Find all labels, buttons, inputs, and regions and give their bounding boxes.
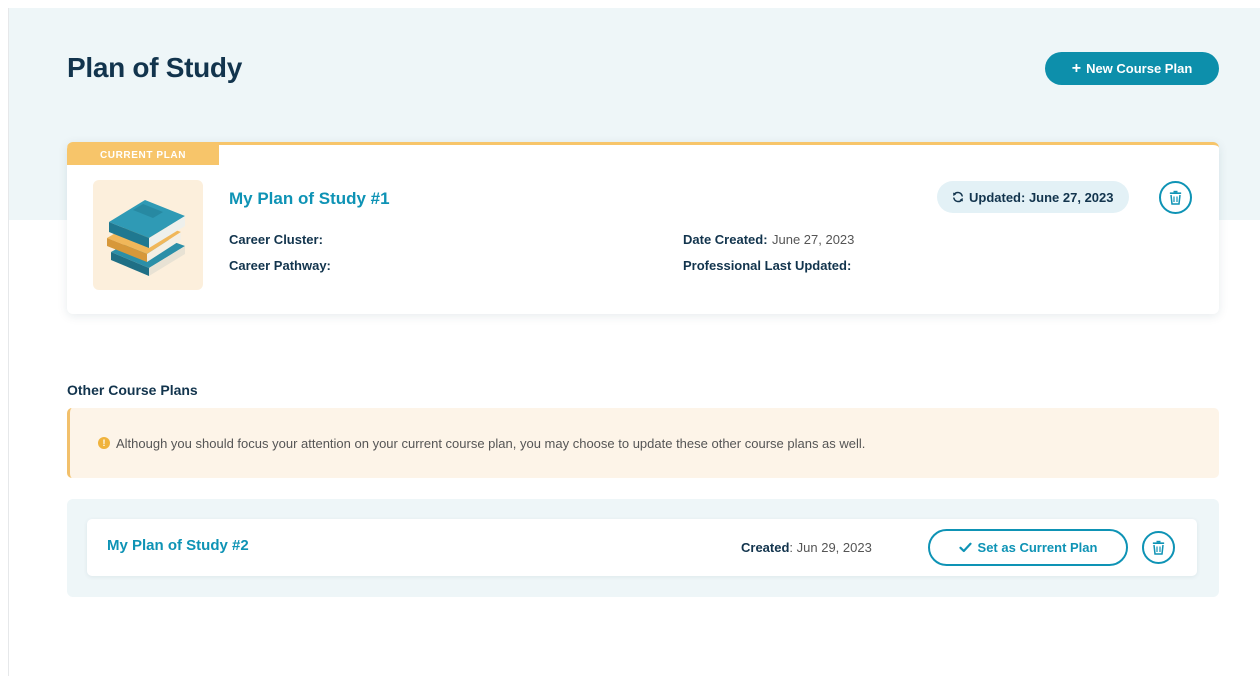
other-plan-created-label: Created [741, 540, 790, 555]
other-plans-list: My Plan of Study #2 Created: Jun 29, 202… [67, 499, 1219, 597]
other-plan-row: My Plan of Study #2 Created: Jun 29, 202… [87, 519, 1197, 576]
other-plan-created: Created: Jun 29, 2023 [741, 540, 872, 555]
delete-current-plan-button[interactable] [1159, 181, 1192, 214]
books-icon [107, 200, 185, 276]
info-alert: ! Although you should focus your attenti… [67, 408, 1219, 478]
career-pathway-label: Career Pathway: [229, 258, 331, 273]
books-illustration [93, 180, 203, 290]
career-cluster-field: Career Cluster: [229, 231, 323, 249]
refresh-icon [953, 191, 963, 203]
date-created-label: Date Created: [683, 232, 768, 247]
delete-other-plan-button[interactable] [1142, 531, 1175, 564]
career-pathway-field: Career Pathway: [229, 257, 331, 275]
page-title: Plan of Study [67, 52, 242, 83]
updated-status-label: Updated: June 27, 2023 [969, 189, 1114, 205]
trash-icon [1169, 190, 1182, 205]
date-created-value: June 27, 2023 [771, 232, 855, 247]
set-as-current-plan-button[interactable]: Set as Current Plan [928, 529, 1128, 566]
trash-icon [1152, 540, 1165, 555]
current-plan-tag: CURRENT PLAN [67, 145, 219, 165]
career-cluster-label: Career Cluster: [229, 232, 323, 247]
professional-last-updated-label: Professional Last Updated: [683, 258, 852, 273]
set-as-current-plan-label: Set as Current Plan [977, 540, 1098, 555]
info-circle-icon: ! [98, 437, 110, 449]
professional-last-updated-field: Professional Last Updated: [683, 257, 851, 275]
new-course-plan-button[interactable]: + New Course Plan [1045, 52, 1219, 85]
date-created-field: Date Created: June 27, 2023 [683, 231, 854, 249]
updated-status-pill: Updated: June 27, 2023 [937, 181, 1129, 213]
other-course-plans-heading: Other Course Plans [67, 382, 198, 398]
check-icon [958, 542, 972, 553]
new-course-plan-label: New Course Plan [1086, 61, 1193, 76]
plus-icon: + [1071, 59, 1082, 77]
current-plan-title[interactable]: My Plan of Study #1 [229, 189, 390, 209]
info-alert-text: Although you should focus your attention… [116, 435, 866, 451]
page-frame: Plan of Study + New Course Plan CURRENT … [8, 8, 1260, 676]
current-plan-card: CURRENT PLAN My Plan of Study #1 Career … [67, 142, 1219, 314]
other-plan-created-value: : Jun 29, 2023 [789, 540, 872, 555]
other-plan-title[interactable]: My Plan of Study #2 [107, 537, 249, 554]
